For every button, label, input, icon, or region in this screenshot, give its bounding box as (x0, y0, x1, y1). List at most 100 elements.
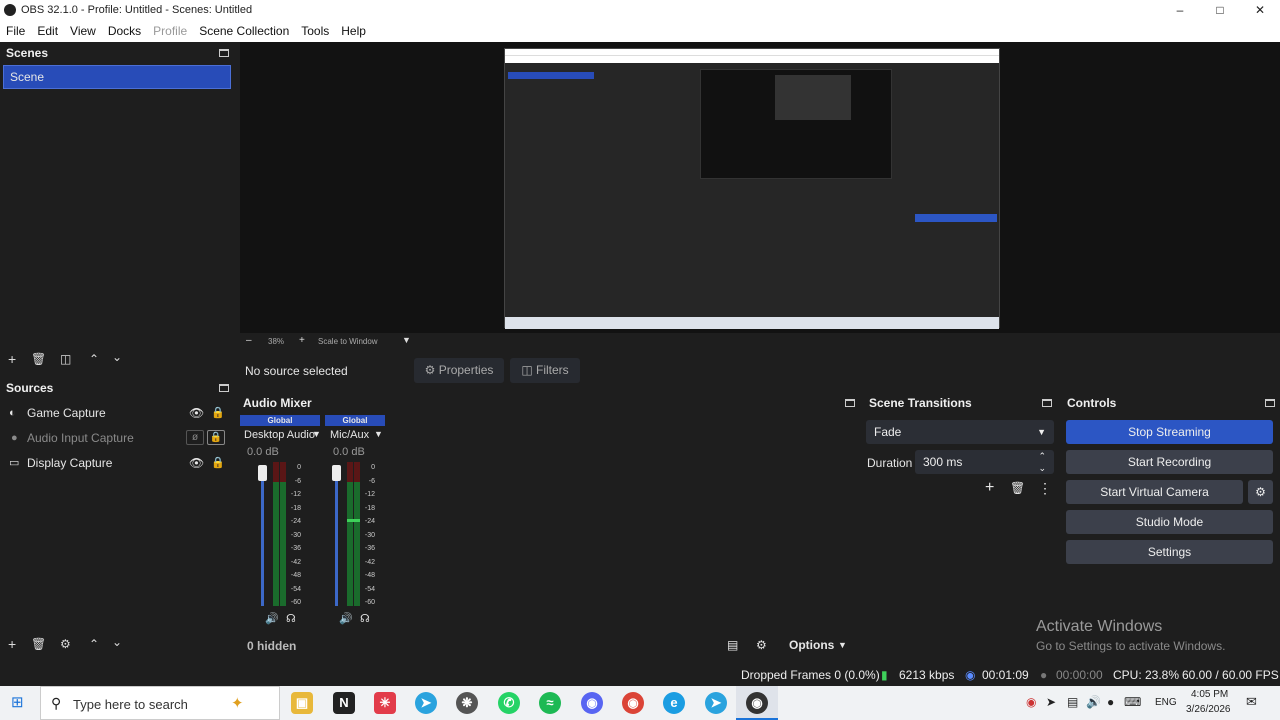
speaker-icon[interactable]: 🔊 (339, 612, 353, 625)
tray-app-icon[interactable]: ◉ (1026, 695, 1036, 709)
menu-scene-collection[interactable]: Scene Collection (193, 24, 295, 38)
clock-time[interactable]: 4:05 PM (1191, 689, 1228, 700)
lock-icon[interactable]: 🔒 (211, 406, 225, 419)
filters-button[interactable]: ◫ Filters (510, 358, 580, 383)
more-options-icon[interactable]: ⋮ (1038, 480, 1052, 497)
options-button[interactable]: Options (789, 638, 834, 652)
undock-icon[interactable] (1042, 399, 1052, 407)
zoom-out-icon[interactable]: – (246, 335, 252, 346)
discord-icon[interactable]: ◉ (581, 692, 603, 714)
settings-button[interactable]: Settings (1066, 540, 1273, 564)
chrome-icon[interactable]: ◉ (622, 692, 644, 714)
virtual-camera-settings-icon[interactable]: ⚙ (1248, 480, 1273, 504)
remove-scene-icon[interactable]: 🗑 (31, 352, 46, 366)
lock-icon[interactable]: 🔒 (207, 430, 225, 445)
source-item[interactable]: ▭ Display Capture 👁 🔒 (0, 450, 234, 475)
layout-toggle-icon[interactable]: ▤ (727, 638, 738, 652)
add-scene-icon[interactable]: + (8, 351, 16, 367)
windows-start-icon[interactable]: ⊞ (11, 695, 27, 711)
stepper-down-icon[interactable]: ⌄ (1038, 456, 1046, 480)
scale-dropdown-icon[interactable]: ▼ (402, 335, 411, 345)
minimize-button[interactable]: – (1160, 0, 1200, 20)
channel-name[interactable]: Mic/Aux (330, 429, 369, 441)
duration-input[interactable]: 300 ms ⌃ ⌄ (915, 450, 1054, 474)
channel-name[interactable]: Desktop Audio (244, 429, 315, 441)
microphone-icon[interactable]: ● (1107, 695, 1114, 709)
scale-mode-select[interactable]: Scale to Window (318, 337, 378, 346)
eye-icon[interactable]: 👁 (189, 406, 204, 420)
remove-source-icon[interactable]: 🗑 (31, 637, 46, 651)
menu-docks[interactable]: Docks (102, 24, 147, 38)
menu-view[interactable]: View (64, 24, 102, 38)
record-icon: ● (1040, 668, 1048, 682)
move-up-icon[interactable]: ⌃ (89, 352, 99, 366)
scene-list-item[interactable]: Scene (3, 65, 231, 89)
db-tick-label: -12 (290, 491, 301, 498)
notifications-icon[interactable]: ✉ (1246, 694, 1257, 710)
move-down-icon[interactable]: ⌄ (112, 635, 122, 649)
chevron-down-icon[interactable]: ▼ (312, 429, 321, 439)
telegram-icon[interactable]: ➤ (415, 692, 437, 714)
lock-icon[interactable]: 🔒 (211, 456, 225, 469)
telegram-icon[interactable]: ➤ (705, 692, 727, 714)
whatsapp-icon[interactable]: ✆ (498, 692, 520, 714)
undock-icon[interactable] (845, 399, 855, 407)
add-source-icon[interactable]: + (8, 636, 16, 652)
app-icon[interactable]: ✳ (374, 692, 396, 714)
undock-icon[interactable] (219, 49, 229, 57)
sources-header: Sources (6, 381, 54, 395)
speaker-icon[interactable]: 🔊 (265, 612, 279, 625)
search-placeholder: Type here to search (73, 697, 188, 712)
menu-edit[interactable]: Edit (31, 24, 64, 38)
clock-date[interactable]: 3/26/2026 (1186, 704, 1231, 715)
properties-button[interactable]: ⚙ Properties (414, 358, 504, 383)
network-icon[interactable]: ▤ (1067, 695, 1078, 709)
move-down-icon[interactable]: ⌄ (112, 350, 122, 364)
source-item[interactable]: ● Audio Input Capture ø 🔒 (0, 425, 234, 450)
zoom-in-icon[interactable]: + (299, 335, 305, 346)
fader-handle[interactable] (258, 465, 267, 481)
edge-icon[interactable]: e (663, 692, 685, 714)
fader-handle[interactable] (332, 465, 341, 481)
source-item[interactable]: ◐ Game Capture 👁 🔒 (0, 400, 234, 425)
headphones-icon[interactable]: ☊ (360, 612, 370, 625)
studio-mode-button[interactable]: Studio Mode (1066, 510, 1273, 534)
chatgpt-icon[interactable]: ❋ (456, 692, 478, 714)
advanced-settings-icon[interactable]: ⚙ (756, 638, 767, 652)
preview-canvas[interactable] (240, 42, 1280, 333)
volume-icon[interactable]: 🔊 (1086, 695, 1101, 709)
add-transition-icon[interactable]: + (985, 479, 994, 497)
eye-hidden-icon[interactable]: ø (186, 430, 204, 445)
eye-icon[interactable]: 👁 (189, 456, 204, 470)
spotify-icon[interactable]: ≈ (539, 692, 561, 714)
volume-fader[interactable] (261, 470, 264, 606)
menu-tools[interactable]: Tools (295, 24, 335, 38)
language-indicator[interactable]: ENG (1155, 697, 1177, 708)
start-recording-button[interactable]: Start Recording (1066, 450, 1273, 474)
file-explorer-icon[interactable]: ▣ (291, 692, 313, 714)
menu-file[interactable]: File (0, 24, 31, 38)
undock-icon[interactable] (1265, 399, 1275, 407)
chevron-down-icon[interactable]: ▼ (374, 429, 383, 439)
transition-select[interactable]: Fade ▼ (866, 420, 1054, 444)
keyboard-icon[interactable]: ⌨ (1124, 695, 1141, 709)
undock-icon[interactable] (219, 384, 229, 392)
close-button[interactable]: ✕ (1240, 0, 1280, 20)
maximize-button[interactable]: □ (1200, 0, 1240, 20)
volume-db-label: 0.0 dB (247, 446, 279, 458)
volume-fader[interactable] (335, 470, 338, 606)
chevron-down-icon[interactable]: ▼ (838, 640, 847, 650)
source-properties-icon[interactable]: ⚙ (60, 637, 71, 651)
start-virtual-camera-button[interactable]: Start Virtual Camera (1066, 480, 1243, 504)
remove-transition-icon[interactable]: 🗑 (1010, 481, 1025, 495)
tray-telegram-icon[interactable]: ➤ (1046, 695, 1056, 709)
stop-streaming-button[interactable]: Stop Streaming (1066, 420, 1273, 444)
obs-icon[interactable]: ◉ (746, 692, 768, 714)
scene-filters-icon[interactable]: ◫ (60, 352, 71, 366)
menu-help[interactable]: Help (335, 24, 372, 38)
notion-icon[interactable]: N (333, 692, 355, 714)
menu-profile[interactable]: Profile (147, 24, 193, 38)
headphones-icon[interactable]: ☊ (286, 612, 296, 625)
taskbar-search-box[interactable]: ⚲ Type here to search ✦ (40, 686, 280, 720)
move-up-icon[interactable]: ⌃ (89, 637, 99, 651)
